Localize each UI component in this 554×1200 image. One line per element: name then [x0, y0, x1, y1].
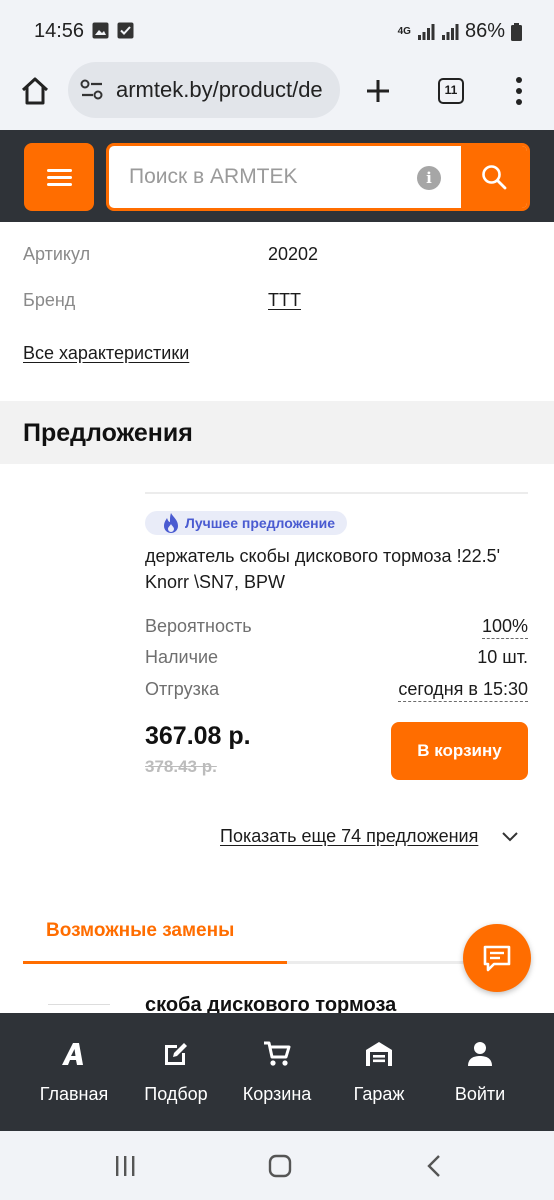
- offers-title: Предложения: [23, 419, 193, 447]
- site-header: i: [0, 130, 554, 222]
- article-value: 20202: [268, 244, 319, 264]
- edit-icon: [165, 1043, 187, 1065]
- nav-label: Войти: [454, 1084, 506, 1104]
- check-notification-icon: [117, 22, 134, 39]
- hamburger-line: [47, 183, 72, 186]
- home-system-icon[interactable]: [268, 1154, 292, 1178]
- show-more-offers-link[interactable]: Показать еще 74 предложения: [220, 826, 478, 847]
- network-type: 4G: [397, 25, 411, 37]
- gallery-notification-icon: [92, 22, 109, 39]
- url-text: armtek.by/product/de: [116, 77, 323, 102]
- status-bar: 14:56 4G 86%: [0, 0, 554, 62]
- hamburger-line: [47, 176, 72, 179]
- recent-apps-icon[interactable]: [114, 1155, 136, 1177]
- home-logo-icon: [62, 1043, 83, 1065]
- signal-icon: [417, 23, 435, 40]
- search-icon: [482, 165, 507, 190]
- brand-link[interactable]: TTT: [268, 290, 301, 311]
- shipment-value[interactable]: сегодня в 15:30: [398, 679, 528, 702]
- add-to-cart-button[interactable]: В корзину: [391, 722, 528, 780]
- status-time: 14:56: [34, 20, 85, 42]
- bottom-navigation: Главная Подбор Корзина Гараж Войти: [0, 1013, 554, 1131]
- brand-label: Бренд: [23, 290, 76, 310]
- availability-label: Наличие: [145, 647, 219, 667]
- info-icon[interactable]: i: [417, 166, 441, 190]
- nav-login[interactable]: Войти: [430, 1013, 530, 1131]
- more-menu-icon[interactable]: [514, 76, 524, 106]
- hamburger-icon: [47, 169, 72, 172]
- url-bar[interactable]: armtek.by/product/de: [68, 62, 340, 118]
- offer-divider: [145, 492, 528, 494]
- site-settings-icon[interactable]: [80, 79, 104, 101]
- garage-icon: [366, 1042, 392, 1066]
- all-specs-link[interactable]: Все характеристики: [23, 343, 189, 364]
- shipment-label: Отгрузка: [145, 679, 220, 699]
- new-tab-icon[interactable]: [364, 77, 392, 105]
- battery-icon: [511, 22, 522, 41]
- best-offer-text: Лучшее предложение: [185, 515, 336, 531]
- menu-button[interactable]: [24, 143, 94, 211]
- chevron-down-icon[interactable]: [500, 826, 520, 848]
- nav-cart[interactable]: Корзина: [227, 1013, 327, 1131]
- back-icon[interactable]: [426, 1154, 442, 1178]
- nav-selection[interactable]: Подбор: [126, 1013, 226, 1131]
- system-navigation: [0, 1131, 554, 1200]
- user-icon: [468, 1042, 492, 1066]
- search-box: i: [106, 143, 530, 211]
- offer-product-name[interactable]: держатель скобы дискового тормоза !22.5'…: [145, 543, 537, 595]
- tab-replacements[interactable]: Возможные замены: [46, 920, 234, 942]
- offer-old-price: 378.43 р.: [145, 757, 217, 776]
- search-button[interactable]: [461, 146, 527, 208]
- nav-garage[interactable]: Гараж: [329, 1013, 429, 1131]
- chat-button[interactable]: [463, 924, 531, 992]
- availability-value: 10 шт.: [477, 647, 528, 667]
- home-icon[interactable]: [20, 76, 50, 106]
- cart-icon: [264, 1041, 291, 1066]
- probability-value[interactable]: 100%: [481, 616, 528, 639]
- flame-icon: [164, 513, 178, 533]
- status-right: 4G 86%: [398, 20, 522, 43]
- tab-switcher-button[interactable]: 11: [438, 78, 464, 104]
- tab-indicator: [23, 961, 287, 964]
- chat-icon: [483, 945, 511, 972]
- browser-toolbar: armtek.by/product/de 11: [0, 62, 554, 130]
- probability-label: Вероятность: [145, 616, 252, 636]
- nav-label: Главная: [39, 1084, 109, 1104]
- nav-home[interactable]: Главная: [24, 1013, 124, 1131]
- best-offer-badge: Лучшее предложение: [145, 511, 348, 535]
- battery-percent: 86%: [464, 20, 505, 42]
- nav-label: Корзина: [242, 1084, 312, 1104]
- article-label: Артикул: [23, 244, 91, 264]
- offer-price: 367.08 р.: [145, 722, 251, 750]
- offers-section-header: Предложения: [0, 401, 554, 464]
- search-input[interactable]: [129, 146, 429, 208]
- signal-icon-2: [441, 23, 459, 40]
- nav-label: Подбор: [144, 1084, 208, 1104]
- nav-label: Гараж: [353, 1084, 405, 1104]
